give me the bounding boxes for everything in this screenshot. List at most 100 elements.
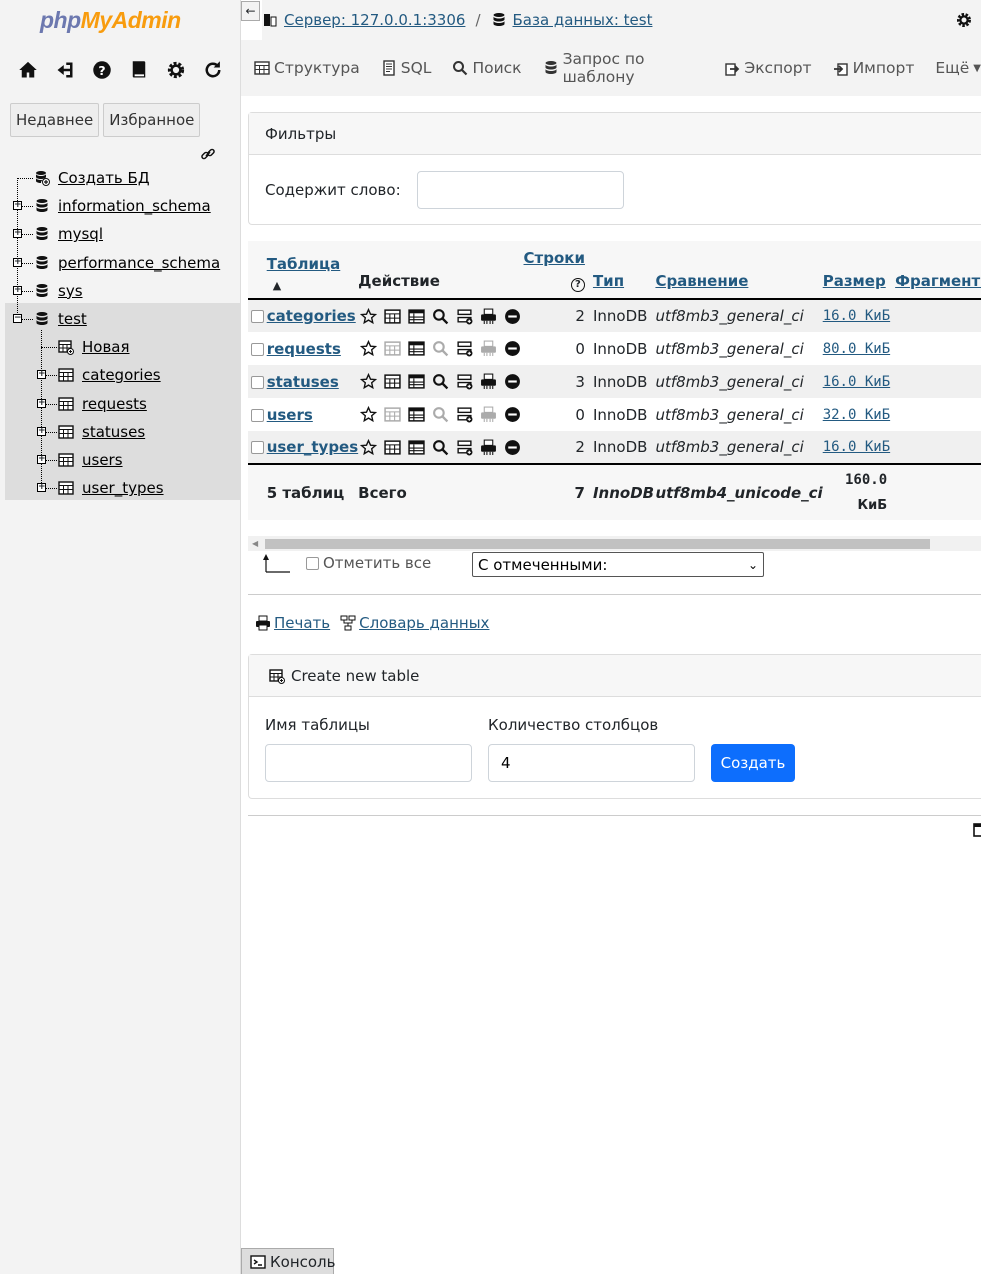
col-type-header[interactable]: Тип (593, 272, 624, 290)
table-name-link[interactable]: user_types (267, 438, 358, 456)
scrollbar-thumb[interactable] (265, 539, 930, 549)
expand-icon[interactable]: + (13, 285, 22, 295)
empty-table-icon[interactable] (480, 373, 497, 390)
tree-table-users[interactable]: + users (0, 446, 241, 474)
tab-sql[interactable]: SQL (381, 59, 431, 77)
insert-icon[interactable] (456, 308, 473, 325)
insert-icon[interactable] (456, 406, 473, 423)
tab-structure[interactable]: Структура (254, 59, 360, 77)
search-icon[interactable] (432, 406, 449, 423)
empty-table-icon[interactable] (480, 406, 497, 423)
row-checkbox[interactable] (250, 408, 264, 422)
col-rows-header[interactable]: Строки (524, 249, 585, 267)
tree-db-performance-schema[interactable]: + performance_schema (0, 249, 241, 277)
logout-icon[interactable] (55, 60, 75, 80)
dictionary-link[interactable]: Словарь данных (340, 614, 489, 632)
size-link[interactable]: 16.0 КиБ (823, 308, 890, 324)
search-icon[interactable] (432, 439, 449, 456)
drop-icon[interactable] (504, 340, 521, 357)
favorite-icon[interactable] (360, 406, 378, 423)
table-name-input[interactable] (265, 744, 472, 782)
favorite-icon[interactable] (360, 438, 378, 456)
expand-icon[interactable]: + (13, 201, 22, 211)
structure-icon[interactable] (408, 439, 425, 456)
docs-icon[interactable] (129, 60, 149, 80)
print-link[interactable]: Печать (255, 614, 330, 632)
check-all-checkbox[interactable] (306, 556, 319, 570)
drop-icon[interactable] (504, 308, 521, 325)
with-selected-select[interactable]: С отмеченными: ⌄ (472, 552, 764, 577)
create-button[interactable]: Создать (711, 744, 795, 782)
horizontal-scrollbar[interactable]: ◀ (248, 536, 981, 551)
row-checkbox[interactable] (250, 342, 264, 356)
empty-table-icon[interactable] (480, 439, 497, 456)
row-checkbox[interactable] (250, 310, 264, 323)
size-link[interactable]: 16.0 КиБ (823, 439, 890, 455)
table-name-link[interactable]: statuses (267, 373, 339, 391)
filter-input[interactable] (416, 171, 624, 209)
tree-table-categories[interactable]: + categories (0, 361, 241, 389)
expand-icon[interactable]: + (37, 454, 46, 464)
col-collation-header[interactable]: Сравнение (655, 272, 748, 290)
scroll-left-icon[interactable]: ◀ (252, 539, 258, 548)
size-link[interactable]: 80.0 КиБ (823, 341, 890, 357)
expand-icon[interactable]: + (13, 257, 22, 267)
columns-count-input[interactable] (488, 744, 695, 782)
expand-icon[interactable]: + (37, 426, 46, 436)
search-icon[interactable] (432, 340, 449, 357)
insert-icon[interactable] (456, 439, 473, 456)
favorite-icon[interactable] (360, 307, 378, 325)
structure-icon[interactable] (408, 406, 425, 423)
tree-table-statuses[interactable]: + statuses (0, 418, 241, 446)
tab-search[interactable]: Поиск (452, 59, 522, 77)
gear-icon[interactable] (956, 12, 972, 28)
col-size-header[interactable]: Размер (823, 272, 886, 290)
row-checkbox[interactable] (250, 441, 264, 454)
browse-icon[interactable] (384, 340, 401, 357)
favorite-icon[interactable] (360, 340, 378, 357)
size-link[interactable]: 32.0 КиБ (823, 407, 890, 423)
tab-query[interactable]: Запрос по шаблону (543, 50, 704, 86)
table-name-link[interactable]: categories (267, 307, 356, 325)
search-icon[interactable] (432, 373, 449, 390)
expand-icon[interactable]: + (13, 229, 22, 239)
expand-icon[interactable]: + (37, 483, 46, 493)
search-icon[interactable] (432, 308, 449, 325)
tree-db-test[interactable]: − test (0, 305, 241, 333)
tree-table-user-types[interactable]: + user_types (0, 474, 241, 502)
tree-table-new[interactable]: Новая (0, 333, 241, 361)
browse-icon[interactable] (384, 308, 401, 325)
size-link[interactable]: 16.0 КиБ (823, 374, 890, 390)
tree-table-requests[interactable]: + requests (0, 390, 241, 418)
collapse-nav-button[interactable]: ← (241, 1, 260, 21)
logo[interactable]: php MyAdmin (0, 0, 240, 40)
help-icon[interactable]: ? (570, 278, 585, 292)
tree-db-mysql[interactable]: + mysql (0, 220, 241, 248)
col-overhead-header[interactable]: Фрагментир (895, 272, 981, 290)
tree-db-sys[interactable]: + sys (0, 277, 241, 305)
tab-export[interactable]: Экспорт (724, 59, 812, 77)
favorites-button[interactable]: Избранное (103, 103, 201, 137)
settings-icon[interactable] (166, 60, 186, 80)
check-all-label[interactable]: Отметить все (323, 554, 431, 572)
help-icon[interactable]: ? (92, 60, 112, 80)
empty-table-icon[interactable] (480, 340, 497, 357)
structure-icon[interactable] (408, 373, 425, 390)
reload-icon[interactable] (203, 60, 223, 80)
structure-icon[interactable] (408, 308, 425, 325)
link-icon[interactable] (200, 146, 216, 162)
favorite-icon[interactable] (360, 373, 378, 390)
tree-db-information-schema[interactable]: + information_schema (0, 192, 241, 220)
tab-import[interactable]: Импорт (833, 59, 914, 77)
drop-icon[interactable] (504, 373, 521, 390)
sort-icon[interactable]: ▲ (267, 279, 358, 292)
browse-icon[interactable] (384, 439, 401, 456)
row-checkbox[interactable] (250, 375, 264, 389)
console-toggle[interactable]: Консоль (241, 1248, 336, 1274)
table-name-link[interactable]: requests (267, 340, 341, 358)
drop-icon[interactable] (504, 439, 521, 456)
browse-icon[interactable] (384, 373, 401, 390)
tab-more[interactable]: Ещё ▼ (935, 59, 981, 77)
col-table-header[interactable]: Таблица (267, 255, 341, 273)
collapse-icon[interactable]: − (13, 313, 22, 323)
